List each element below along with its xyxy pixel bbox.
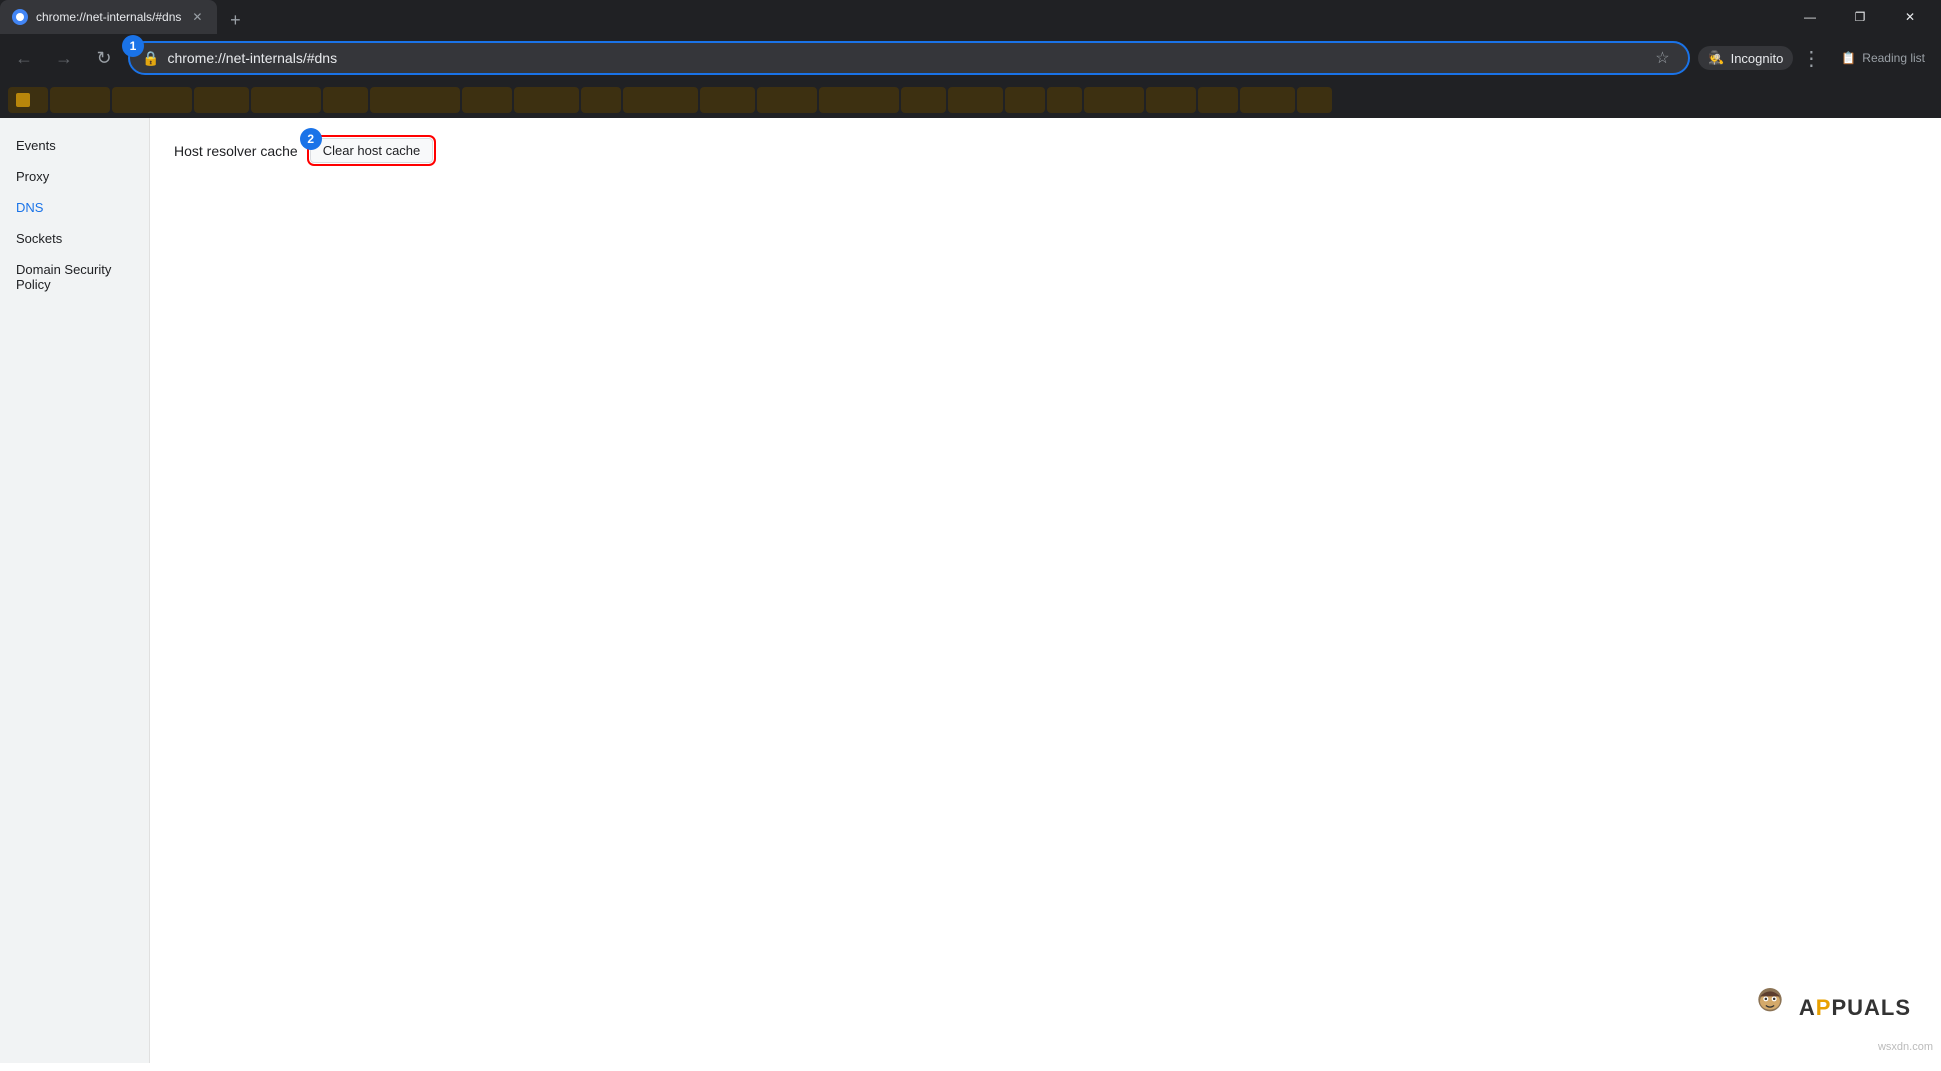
back-button[interactable]: ← (8, 42, 40, 74)
dns-section: Host resolver cache 2 Clear host cache (174, 138, 1917, 163)
clear-button-wrapper: 2 Clear host cache (310, 138, 434, 163)
reading-list-label: Reading list (1862, 51, 1925, 65)
browser-window: chrome://net-internals/#dns ✕ + — ❐ ✕ ← … (0, 0, 1941, 1063)
bookmark-favicon-icon (16, 93, 30, 107)
appuals-mascot-icon (1745, 983, 1795, 1033)
reload-button[interactable]: ↻ (88, 42, 120, 74)
bookmark-item[interactable] (1240, 87, 1295, 113)
sidebar-item-sockets[interactable]: Sockets (0, 223, 149, 254)
sidebar-item-events[interactable]: Events (0, 130, 149, 161)
tab-favicon-icon (12, 9, 28, 25)
bookmark-item[interactable] (581, 87, 621, 113)
reading-list-button[interactable]: 📋 Reading list (1833, 47, 1933, 69)
more-options-button[interactable]: ⋮ (1797, 44, 1825, 72)
tab-title: chrome://net-internals/#dns (36, 10, 181, 24)
sidebar-item-dns[interactable]: DNS (0, 192, 149, 223)
incognito-label: Incognito (1731, 51, 1784, 66)
browser-actions: 🕵 Incognito ⋮ (1698, 44, 1825, 72)
bookmark-item[interactable] (1198, 87, 1238, 113)
bookmark-item[interactable] (819, 87, 899, 113)
sidebar: Events Proxy DNS Sockets Domain Security… (0, 118, 150, 1063)
appuals-logo-text: APPUALS (1799, 995, 1911, 1021)
bookmark-item[interactable] (1297, 87, 1332, 113)
host-resolver-cache-label: Host resolver cache (174, 143, 298, 159)
address-bar-row: ← → ↻ 1 🔒 chrome://net-internals/#dns ☆ … (0, 34, 1941, 82)
bookmark-item[interactable] (514, 87, 579, 113)
bookmark-item[interactable] (901, 87, 946, 113)
incognito-button[interactable]: 🕵 Incognito (1698, 46, 1793, 70)
wsxdn-watermark: wsxdn.com (1878, 1037, 1933, 1055)
bookmark-item[interactable] (50, 87, 110, 113)
maximize-button[interactable]: ❐ (1837, 1, 1883, 33)
sidebar-item-proxy[interactable]: Proxy (0, 161, 149, 192)
annotation-badge-2: 2 (300, 128, 322, 150)
secure-icon: 🔒 (142, 50, 159, 67)
bookmark-item[interactable] (323, 87, 368, 113)
bookmarks-bar (0, 82, 1941, 118)
tab-close-button[interactable]: ✕ (189, 9, 205, 25)
bookmark-item[interactable] (112, 87, 192, 113)
bookmark-item[interactable] (194, 87, 249, 113)
page-content: Events Proxy DNS Sockets Domain Security… (0, 118, 1941, 1063)
minimize-button[interactable]: — (1787, 1, 1833, 33)
annotation-badge-1: 1 (122, 35, 144, 57)
address-bar[interactable]: 1 🔒 chrome://net-internals/#dns ☆ (128, 41, 1690, 75)
bookmark-item[interactable] (700, 87, 755, 113)
active-tab[interactable]: chrome://net-internals/#dns ✕ (0, 0, 217, 34)
bookmark-item[interactable] (1047, 87, 1082, 113)
forward-button[interactable]: → (48, 42, 80, 74)
clear-host-cache-button[interactable]: Clear host cache (310, 138, 434, 163)
tab-bar-row: chrome://net-internals/#dns ✕ + — ❐ ✕ (0, 0, 1941, 34)
appuals-watermark: APPUALS (1745, 983, 1911, 1033)
bookmark-item[interactable] (462, 87, 512, 113)
bookmark-item[interactable] (1084, 87, 1144, 113)
bookmark-item[interactable] (948, 87, 1003, 113)
sidebar-item-domain-security[interactable]: Domain Security Policy (0, 254, 149, 300)
bookmark-item[interactable] (757, 87, 817, 113)
new-tab-button[interactable]: + (221, 6, 249, 34)
bookmark-item[interactable] (623, 87, 698, 113)
incognito-icon: 🕵 (1708, 50, 1724, 66)
watermark-text: wsxdn.com (1878, 1041, 1933, 1053)
tab-bar: chrome://net-internals/#dns ✕ + (0, 0, 1787, 34)
bookmark-item[interactable] (251, 87, 321, 113)
bookmark-item[interactable] (1005, 87, 1045, 113)
window-controls: — ❐ ✕ (1787, 1, 1941, 33)
bookmark-star-icon[interactable]: ☆ (1648, 44, 1676, 72)
bookmark-item[interactable] (8, 87, 48, 113)
main-content-area: Host resolver cache 2 Clear host cache (150, 118, 1941, 1063)
url-display: chrome://net-internals/#dns (167, 50, 1648, 66)
close-button[interactable]: ✕ (1887, 1, 1933, 33)
bookmark-item[interactable] (370, 87, 460, 113)
bookmark-item[interactable] (1146, 87, 1196, 113)
reading-list-icon: 📋 (1841, 51, 1856, 65)
